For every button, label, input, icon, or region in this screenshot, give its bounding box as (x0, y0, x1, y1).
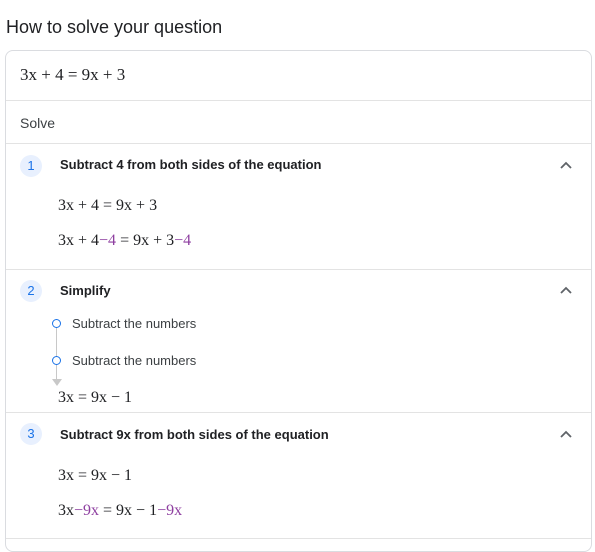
highlight-term: −9x (157, 502, 183, 519)
step-number-badge: 1 (20, 155, 42, 177)
step-equation-subtract: 3x−9x = 9x − 1−9x (58, 502, 182, 520)
divider (6, 143, 591, 144)
equation-part: = 9x − 1 (99, 502, 158, 519)
substep-item[interactable]: Subtract the numbers (72, 316, 196, 331)
divider (6, 100, 591, 101)
step-result: 3x = 9x − 1 (58, 389, 133, 406)
equation-part: = 9x + 3 (116, 232, 175, 249)
highlight-term: −9x (74, 502, 100, 519)
step-equation: 3x + 4 = 9x + 3 (58, 197, 158, 214)
divider (6, 269, 591, 270)
equation-part: 3x + 4 (58, 232, 100, 249)
step-title[interactable]: Simplify (60, 283, 111, 298)
solve-label: Solve (20, 115, 56, 131)
timeline-dot-icon (52, 356, 61, 365)
divider (6, 538, 591, 539)
timeline-dot-icon (52, 319, 61, 328)
substep-item[interactable]: Subtract the numbers (72, 353, 196, 368)
chevron-up-icon[interactable] (559, 283, 573, 297)
chevron-up-icon[interactable] (559, 427, 573, 441)
solution-card: 3x + 4 = 9x + 3 Solve 1 Subtract 4 from … (5, 50, 592, 552)
step-number-badge: 3 (20, 423, 42, 445)
step-title[interactable]: Subtract 9x from both sides of the equat… (60, 427, 329, 442)
highlight-term: −4 (174, 232, 192, 249)
step-equation: 3x = 9x − 1 (58, 467, 133, 484)
arrow-down-icon (52, 379, 62, 386)
step-number-badge: 2 (20, 280, 42, 302)
step-title[interactable]: Subtract 4 from both sides of the equati… (60, 157, 321, 172)
equation-part: 3x (58, 502, 74, 519)
timeline-line (56, 327, 57, 379)
highlight-term: −4 (99, 232, 117, 249)
divider (6, 412, 591, 413)
step-equation-subtract: 3x + 4−4 = 9x + 3−4 (58, 232, 191, 250)
chevron-up-icon[interactable] (559, 158, 573, 172)
page-title: How to solve your question (6, 17, 223, 37)
question-equation: 3x + 4 = 9x + 3 (20, 65, 126, 84)
